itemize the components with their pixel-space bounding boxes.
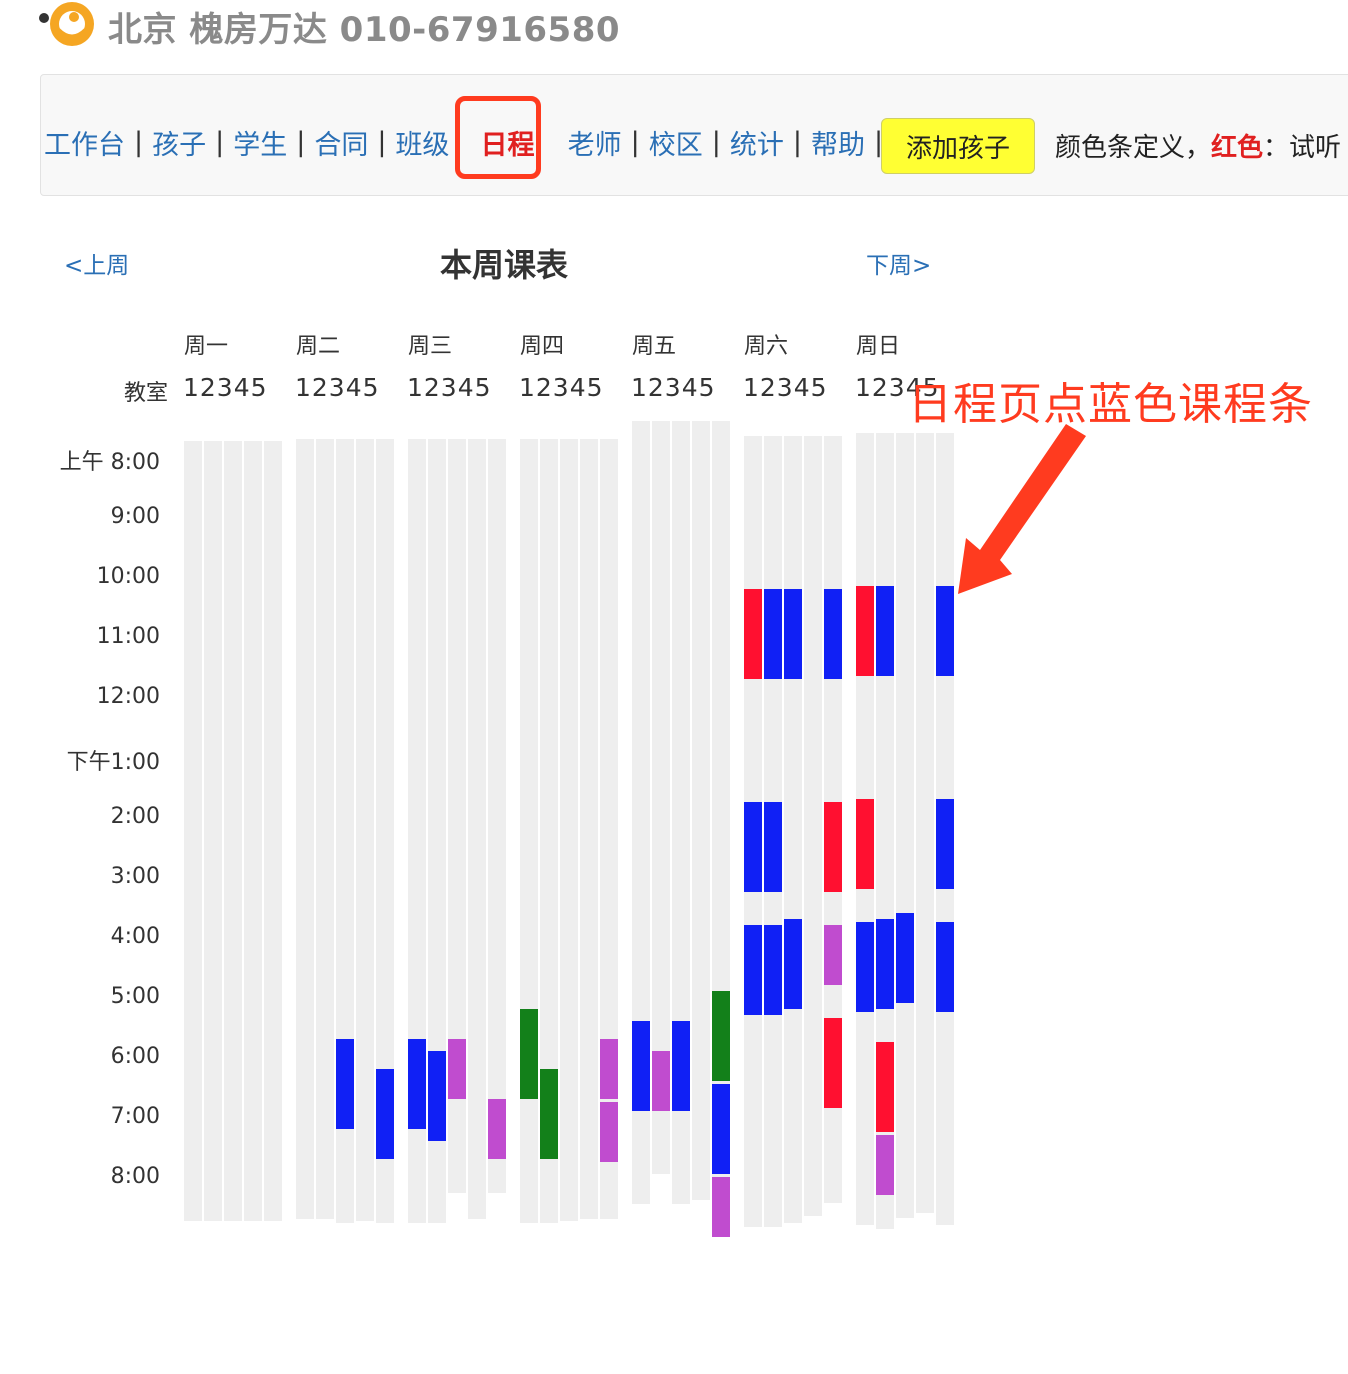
session-bar-blue[interactable] (856, 922, 874, 1012)
session-bar-blue[interactable] (764, 589, 782, 679)
session-bar-purple[interactable] (488, 1099, 506, 1159)
session-bar-blue[interactable] (784, 919, 802, 1009)
session-bar-blue[interactable] (428, 1051, 446, 1141)
session-bar-blue[interactable] (936, 586, 954, 676)
room-track (244, 441, 262, 1221)
schedule-grid (184, 421, 1086, 1237)
room-track (784, 436, 802, 1223)
room-track (488, 439, 506, 1193)
room-track (896, 433, 914, 1218)
room-track (204, 441, 222, 1221)
room-track (692, 421, 710, 1200)
room-track (184, 441, 202, 1221)
session-bar-blue[interactable] (936, 922, 954, 1012)
session-bar-red[interactable] (824, 1018, 842, 1108)
room-track (224, 441, 242, 1221)
session-bar-blue[interactable] (764, 925, 782, 1015)
session-bar-blue[interactable] (408, 1039, 426, 1129)
session-bar-purple[interactable] (652, 1051, 670, 1111)
session-bar-red[interactable] (856, 586, 874, 676)
room-track (316, 439, 334, 1219)
session-bar-blue[interactable] (672, 1021, 690, 1111)
session-bar-blue[interactable] (936, 799, 954, 889)
session-bar-blue[interactable] (896, 913, 914, 1003)
room-track (916, 433, 934, 1213)
annotation-arrow-icon (958, 424, 1086, 594)
session-bar-blue[interactable] (876, 586, 894, 676)
session-bar-red[interactable] (856, 799, 874, 889)
session-bar-green[interactable] (520, 1009, 538, 1099)
session-bar-blue[interactable] (376, 1069, 394, 1159)
session-bar-blue[interactable] (824, 589, 842, 679)
room-track (264, 441, 282, 1221)
session-bar-blue[interactable] (784, 589, 802, 679)
session-bar-blue[interactable] (336, 1039, 354, 1129)
session-bar-red[interactable] (876, 1042, 894, 1132)
session-bar-red[interactable] (824, 802, 842, 892)
room-track (520, 439, 538, 1223)
room-track (804, 436, 822, 1216)
room-track (356, 439, 374, 1221)
session-bar-blue[interactable] (744, 802, 762, 892)
session-bar-purple[interactable] (600, 1039, 618, 1099)
session-bar-blue[interactable] (876, 919, 894, 1009)
session-bar-purple[interactable] (876, 1135, 894, 1195)
session-bar-blue[interactable] (632, 1021, 650, 1111)
session-bar-purple[interactable] (712, 1177, 730, 1237)
session-bar-green[interactable] (540, 1069, 558, 1159)
session-bar-blue[interactable] (712, 1084, 730, 1174)
session-bar-purple[interactable] (600, 1102, 618, 1162)
room-track (580, 439, 598, 1219)
session-bar-purple[interactable] (448, 1039, 466, 1099)
room-track (468, 439, 486, 1219)
session-bar-purple[interactable] (824, 925, 842, 985)
session-bar-blue[interactable] (744, 925, 762, 1015)
session-bar-green[interactable] (712, 991, 730, 1081)
room-track (560, 439, 578, 1221)
session-bar-red[interactable] (744, 589, 762, 679)
session-bar-blue[interactable] (764, 802, 782, 892)
room-track (296, 439, 314, 1219)
annotation-text: 日程页点蓝色课程条 (908, 379, 1313, 430)
